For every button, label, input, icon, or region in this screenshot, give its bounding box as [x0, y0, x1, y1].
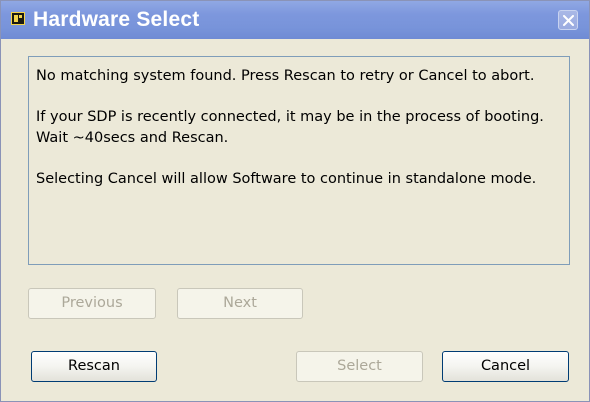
select-button[interactable]: Select — [296, 351, 423, 382]
rescan-button[interactable]: Rescan — [31, 351, 157, 382]
close-icon — [563, 15, 574, 26]
next-button[interactable]: Next — [177, 288, 303, 319]
close-button[interactable] — [558, 10, 578, 30]
message-booting: If your SDP is recently connected, it ma… — [36, 109, 544, 146]
app-icon — [11, 12, 25, 25]
cancel-button[interactable]: Cancel — [442, 351, 569, 382]
message-standalone: Selecting Cancel will allow Software to … — [36, 171, 537, 187]
window-title: Hardware Select — [33, 8, 200, 31]
message-no-match: No matching system found. Press Rescan t… — [36, 68, 535, 84]
message-panel: No matching system found. Press Rescan t… — [28, 56, 570, 265]
title-bar[interactable]: Hardware Select — [1, 1, 589, 39]
previous-button[interactable]: Previous — [28, 288, 156, 319]
hardware-select-dialog: Hardware Select No matching system found… — [0, 0, 590, 402]
